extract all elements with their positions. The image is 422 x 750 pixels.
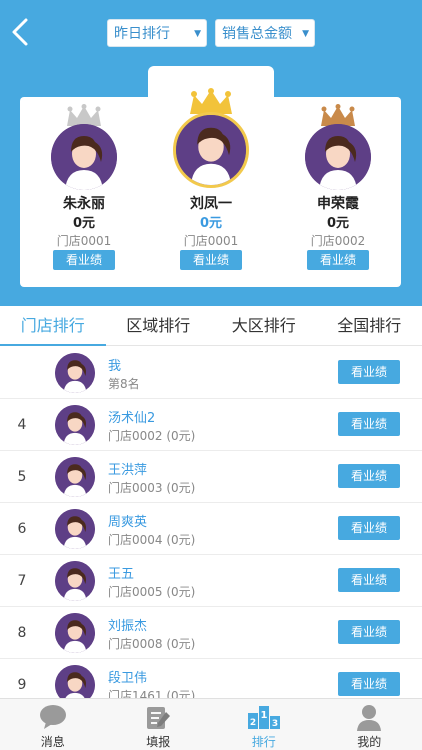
avatar: [305, 124, 371, 190]
avatar: [55, 509, 95, 549]
nav-label: 消息: [40, 735, 65, 749]
view-performance-button[interactable]: 看业绩: [338, 412, 400, 436]
caret-down-icon: ▼: [194, 29, 201, 39]
svg-text:2: 2: [250, 718, 256, 728]
podium-third: 申荣霞 0元 门店0002 看业绩: [278, 100, 398, 280]
edit-report-icon: [147, 707, 171, 729]
table-row: 5 王洪萍 门店0003 (0元) 看业绩: [0, 451, 422, 503]
period-dropdown-label: 昨日排行: [114, 26, 170, 42]
table-row: 4 汤术仙2 门店0002 (0元) 看业绩: [0, 399, 422, 451]
view-performance-button[interactable]: 看业绩: [338, 620, 400, 644]
view-performance-button[interactable]: 看业绩: [53, 250, 115, 270]
my-rank-row: 我 第8名 看业绩: [0, 347, 422, 399]
podium-amount: 0元: [72, 216, 96, 231]
avatar: [55, 353, 95, 393]
nav-report[interactable]: 填报: [106, 699, 212, 750]
employee-name[interactable]: 刘振杰: [108, 615, 147, 634]
store-info: 门店0003 (0元): [108, 481, 196, 495]
tab-region-ranking[interactable]: 大区排行: [211, 306, 317, 345]
podium-first: 刘凤一 0元 门店0001 看业绩: [151, 86, 271, 280]
my-rank-text: 第8名: [108, 377, 140, 391]
podium-name: 朱永丽: [63, 196, 105, 212]
ranking-header: 昨日排行 ▼ 销售总金额 ▼ 朱永丽 0元 门店0001 看业绩 刘凤一 0元 …: [0, 0, 422, 306]
podium-name: 刘凤一: [190, 196, 232, 212]
chevron-left-icon[interactable]: [8, 16, 32, 48]
period-dropdown[interactable]: 昨日排行 ▼: [107, 19, 207, 47]
employee-name[interactable]: 周爽英: [108, 511, 147, 530]
podium-amount: 0元: [326, 216, 350, 231]
nav-messages[interactable]: 消息: [0, 699, 106, 750]
svg-text:1: 1: [260, 710, 267, 721]
avatar: [55, 405, 95, 445]
view-performance-button[interactable]: 看业绩: [307, 250, 369, 270]
store-info: 门店0008 (0元): [108, 637, 196, 651]
nav-profile[interactable]: 我的: [317, 699, 422, 750]
employee-name[interactable]: 汤术仙2: [108, 407, 155, 426]
scope-tabs: 门店排行 区域排行 大区排行 全国排行: [0, 306, 422, 346]
user-icon: [357, 705, 382, 731]
podium-store: 门店0001: [56, 234, 112, 248]
ranking-list: 我 第8名 看业绩 4 汤术仙2 门店0002 (0元) 看业绩 5 王洪萍 门…: [0, 347, 422, 711]
avatar: [55, 457, 95, 497]
podium-store: 门店0001: [183, 234, 239, 248]
store-info: 门店0005 (0元): [108, 585, 196, 599]
message-icon: [39, 705, 66, 729]
rank-number: 4: [17, 417, 27, 433]
podium-name: 申荣霞: [317, 196, 359, 212]
nav-label: 我的: [357, 735, 382, 749]
caret-down-icon: ▼: [302, 29, 309, 39]
nav-label: 排行: [251, 735, 276, 749]
rank-number: 6: [17, 521, 27, 537]
bottom-nav: 消息 填报 2 1 3 排行 我的: [0, 698, 422, 750]
nav-label: 填报: [146, 735, 171, 749]
view-performance-button[interactable]: 看业绩: [338, 568, 400, 592]
tab-area-ranking[interactable]: 区域排行: [106, 306, 212, 345]
avatar: [55, 613, 95, 653]
view-performance-button[interactable]: 看业绩: [338, 672, 400, 696]
tab-store-ranking[interactable]: 门店排行: [0, 306, 106, 346]
store-info: 门店0002 (0元): [108, 429, 196, 443]
podium-second: 朱永丽 0元 门店0001 看业绩: [24, 100, 144, 280]
view-performance-button[interactable]: 看业绩: [338, 516, 400, 540]
view-performance-button[interactable]: 看业绩: [338, 360, 400, 384]
rank-number: 5: [17, 469, 27, 485]
employee-name[interactable]: 王洪萍: [108, 459, 147, 478]
tab-national-ranking[interactable]: 全国排行: [317, 306, 422, 345]
avatar: [173, 112, 249, 188]
view-performance-button[interactable]: 看业绩: [180, 250, 242, 270]
podium-store: 门店0002: [310, 234, 366, 248]
table-row: 6 周爽英 门店0004 (0元) 看业绩: [0, 503, 422, 555]
avatar: [51, 124, 117, 190]
svg-text:3: 3: [272, 719, 278, 729]
metric-dropdown[interactable]: 销售总金额 ▼: [215, 19, 315, 47]
nav-ranking[interactable]: 2 1 3 排行: [211, 699, 317, 750]
ranking-icon: 2 1 3: [247, 706, 280, 729]
employee-name[interactable]: 段卫伟: [108, 667, 147, 686]
my-name: 我: [108, 359, 122, 374]
employee-name[interactable]: 王五: [108, 563, 134, 582]
rank-number: 8: [17, 625, 27, 641]
metric-dropdown-label: 销售总金额: [222, 26, 292, 42]
table-row: 8 刘振杰 门店0008 (0元) 看业绩: [0, 607, 422, 659]
avatar: [55, 561, 95, 601]
table-row: 7 王五 门店0005 (0元) 看业绩: [0, 555, 422, 607]
store-info: 门店0004 (0元): [108, 533, 196, 547]
view-performance-button[interactable]: 看业绩: [338, 464, 400, 488]
podium-amount: 0元: [199, 216, 223, 231]
rank-number: 7: [17, 573, 27, 589]
